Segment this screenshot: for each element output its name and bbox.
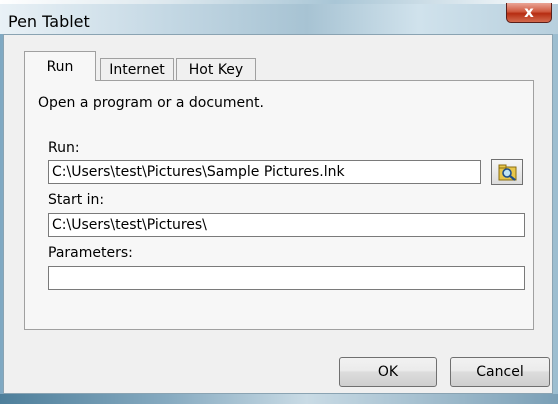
window-title: Pen Tablet (8, 12, 90, 31)
background-strip-bottom (0, 394, 558, 404)
ok-button[interactable]: OK (339, 357, 437, 387)
browse-button[interactable] (491, 159, 523, 185)
start-in-label: Start in: (48, 192, 105, 208)
parameters-input[interactable] (48, 266, 525, 290)
start-in-input[interactable]: C:\Users\test\Pictures\ (48, 213, 525, 237)
tab-hot-key[interactable]: Hot Key (176, 58, 256, 80)
dialog-body: Run Internet Hot Key Open a program or a… (3, 34, 553, 394)
tab-internet[interactable]: Internet (100, 58, 174, 80)
run-label: Run: (48, 140, 80, 156)
close-icon: x (524, 3, 534, 21)
cancel-button[interactable]: Cancel (450, 357, 550, 387)
tab-run[interactable]: Run (24, 51, 96, 81)
magnifier-folder-icon (498, 164, 517, 181)
run-input[interactable]: C:\Users\test\Pictures\Sample Pictures.l… (48, 160, 481, 184)
close-button[interactable]: x (506, 3, 552, 23)
run-description: Open a program or a document. (38, 95, 264, 111)
title-bar[interactable]: Pen Tablet x (0, 3, 558, 34)
pen-tablet-window: Pen Tablet x Run Internet Hot Key Open a… (0, 0, 558, 404)
parameters-label: Parameters: (48, 245, 133, 261)
